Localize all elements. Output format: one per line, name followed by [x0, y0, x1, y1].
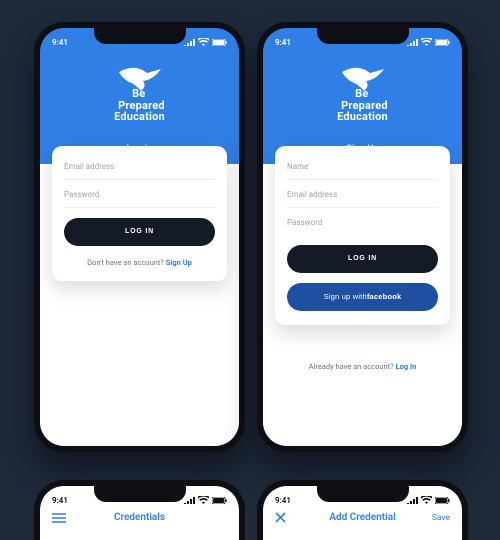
login-card: Email address Password LOG IN Don't have… — [52, 146, 227, 281]
email-field[interactable]: Email address — [287, 180, 438, 208]
email-label: Email address — [287, 190, 438, 199]
battery-icon — [212, 39, 227, 46]
phone-frame-credentials: 9:41 Credentials — [34, 480, 245, 540]
status-bar: 9:41 — [263, 486, 462, 510]
screen-signup: 9:41 Be Prepared Education Sign Up — [263, 28, 462, 446]
brand-logo: Be Prepared Education — [40, 66, 239, 123]
screen-add-credential: 9:41 Add Credential Save — [263, 486, 462, 540]
name-field[interactable]: Name — [287, 152, 438, 180]
screen-login: 9:41 Be Prepared Education Log in — [40, 28, 239, 446]
wifi-icon — [198, 496, 209, 504]
screen-credentials: 9:41 Credentials — [40, 486, 239, 540]
password-label: Password — [64, 190, 215, 199]
signal-icon — [407, 497, 418, 504]
page-title: Credentials — [78, 512, 201, 523]
brand-line-3: Education — [114, 111, 165, 123]
page-title: Add Credential — [301, 512, 424, 523]
wifi-icon — [421, 38, 432, 46]
name-label: Name — [287, 162, 438, 171]
save-button[interactable]: Save — [424, 513, 450, 523]
signup-prompt: Already have an account? Log In — [263, 362, 462, 371]
nav-bar: Add Credential Save — [263, 510, 462, 525]
status-bar: 9:41 — [263, 28, 462, 52]
status-bar: 9:41 — [40, 486, 239, 510]
status-bar: 9:41 — [40, 28, 239, 52]
signup-facebook-button[interactable]: Sign up with facebook — [287, 283, 438, 311]
brand-line-3: Education — [337, 111, 388, 123]
phone-frame-add-credential: 9:41 Add Credential Save — [257, 480, 468, 540]
password-field[interactable]: Password — [287, 208, 438, 235]
close-icon — [275, 512, 286, 523]
battery-icon — [435, 39, 450, 46]
status-time: 9:41 — [52, 496, 68, 505]
menu-button[interactable] — [52, 513, 78, 523]
login-prompt: Don't have an account? Sign Up — [64, 258, 215, 267]
close-button[interactable] — [275, 512, 301, 523]
email-label: Email address — [64, 162, 215, 171]
phone-frame-login: 9:41 Be Prepared Education Log in — [34, 22, 245, 452]
login-link[interactable]: Log In — [396, 362, 417, 371]
brand-logo: Be Prepared Education — [263, 66, 462, 123]
signup-primary-button[interactable]: LOG IN — [287, 245, 438, 273]
signal-icon — [407, 39, 418, 46]
signup-card: Name Email address Password LOG IN Sign … — [275, 146, 450, 325]
login-button[interactable]: LOG IN — [64, 218, 215, 246]
wifi-icon — [198, 38, 209, 46]
nav-bar: Credentials — [40, 510, 239, 525]
wifi-icon — [421, 496, 432, 504]
signal-icon — [184, 39, 195, 46]
signup-link[interactable]: Sign Up — [166, 258, 192, 267]
signal-icon — [184, 497, 195, 504]
brand-line-1: Be — [337, 88, 388, 100]
brand-line-1: Be — [114, 88, 165, 100]
email-field[interactable]: Email address — [64, 152, 215, 180]
battery-icon — [212, 497, 227, 504]
password-field[interactable]: Password — [64, 180, 215, 208]
phone-frame-signup: 9:41 Be Prepared Education Sign Up — [257, 22, 468, 452]
password-label: Password — [287, 218, 438, 227]
hamburger-icon — [52, 513, 66, 523]
login-lower: Email address Password LOG IN Don't have… — [40, 164, 239, 446]
status-time: 9:41 — [52, 38, 68, 47]
status-time: 9:41 — [275, 38, 291, 47]
status-time: 9:41 — [275, 496, 291, 505]
signup-lower: Name Email address Password LOG IN Sign … — [263, 164, 462, 446]
battery-icon — [435, 497, 450, 504]
